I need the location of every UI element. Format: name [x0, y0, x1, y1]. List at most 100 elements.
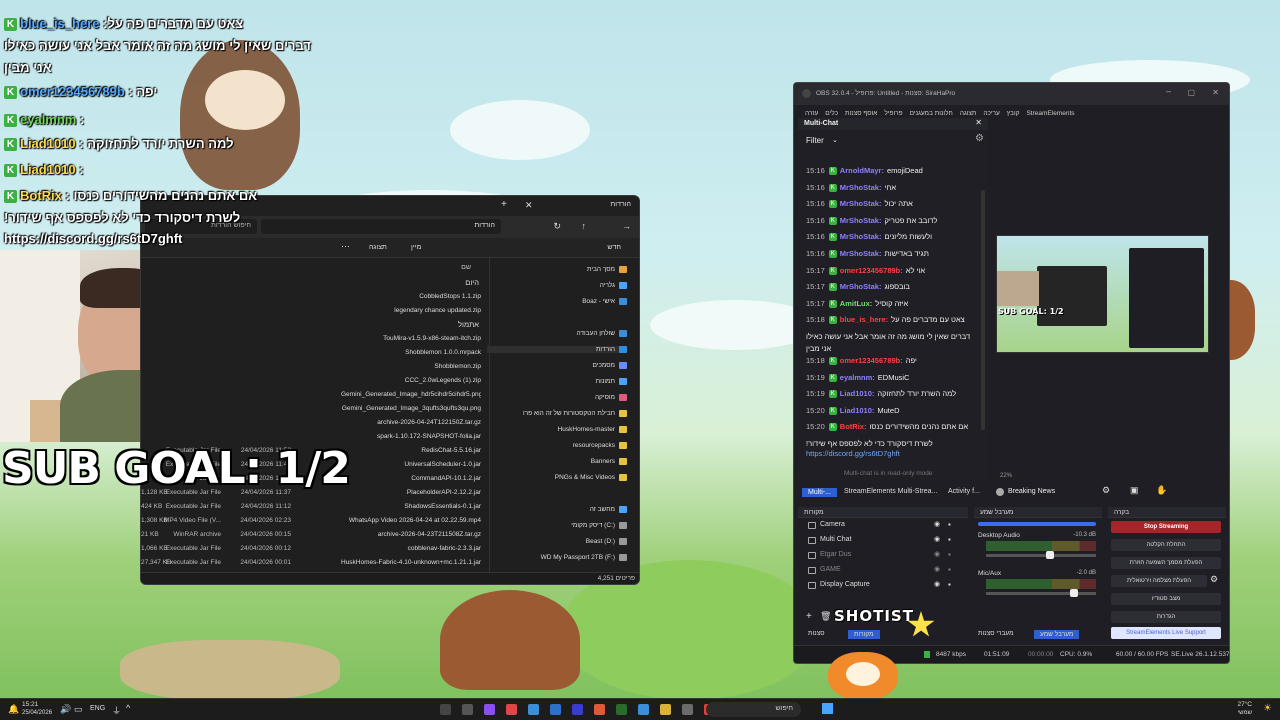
- control-button[interactable]: StreamElements Live Support: [1111, 627, 1221, 639]
- chat-line: K BotRix : אם אתם נהנים מהשידורים כנסו: [4, 188, 258, 204]
- volume-icon[interactable]: 🔊: [60, 704, 71, 715]
- file-size: 21 KB: [141, 531, 159, 538]
- file-row[interactable]: legendary chance updated.zip: [141, 307, 481, 321]
- taskbar-search-label: חיפוש: [775, 705, 793, 712]
- start-button[interactable]: [822, 703, 833, 714]
- file-name: archive-2026-04-23T211508Z.tar.gz: [377, 531, 481, 538]
- file-row[interactable]: archive-2026-04-23T211508Z.tar.gz 24/04/2…: [141, 531, 481, 545]
- taskbar-app-icon[interactable]: [462, 704, 473, 715]
- sun-icon: ☀: [1263, 703, 1272, 714]
- cpu-usage: CPU: 0.9%: [1060, 651, 1093, 658]
- chat-line: Keyalmnm :: [4, 112, 84, 128]
- file-name: spark-1.10.172-SNAPSHOT-folia.jar: [376, 433, 481, 440]
- explorer-statusbar: 4,251 פריטים: [141, 572, 639, 584]
- notifications-icon[interactable]: 🔔: [8, 704, 19, 715]
- file-row[interactable]: Shobblemon.zip: [141, 363, 481, 377]
- taskbar-app-icon[interactable]: [616, 704, 627, 715]
- control-button[interactable]: הפעלת מצלמה וירטואלית: [1111, 575, 1207, 587]
- bitrate: 8487 kbps: [936, 651, 966, 658]
- chevron-up-icon[interactable]: ^: [126, 703, 130, 713]
- sub-goal-overlay: SUB GOAL: 1/2: [2, 443, 351, 494]
- taskbar-search[interactable]: חיפוש: [706, 702, 801, 717]
- chat-text: !לשרת דיסקורד כדי לא לפספס אף שידור: [4, 210, 241, 225]
- chat-line: אני מבין: [4, 60, 52, 75]
- taskbar-app-icon[interactable]: [682, 704, 693, 715]
- cloud: [450, 100, 590, 160]
- file-name: Shobblemon 1.0.0.mrpack: [405, 349, 481, 356]
- file-size: 1,308 KB: [141, 517, 168, 524]
- usb-icon[interactable]: ⏚: [112, 704, 121, 717]
- chat-text: : אם אתם נהנים מהשידורים כנסו: [65, 188, 258, 203]
- file-row[interactable]: WhatsApp Video 2026-04-24 at 02.22.59.mp…: [141, 517, 481, 531]
- chat-username: blue_is_here: [20, 16, 100, 31]
- file-row[interactable]: TouMira-v1.5.9-x86-steam-itch.zip: [141, 335, 481, 349]
- control-button[interactable]: מצב סטודיו: [1111, 593, 1221, 605]
- taskbar-app-icon[interactable]: [506, 704, 517, 715]
- taskbar-app-icon[interactable]: [660, 704, 671, 715]
- language-indicator[interactable]: ENG: [90, 705, 105, 712]
- control-button[interactable]: הגדרות: [1111, 611, 1221, 623]
- file-date: 24/04/2026 11:12: [240, 503, 291, 510]
- file-type: Executable Jar File: [165, 545, 221, 552]
- file-type: Executable Jar File: [165, 503, 221, 510]
- taskbar-app-icon[interactable]: [484, 704, 495, 715]
- chat-line: Kblue_is_here :צאט עם מדברים פה על: [4, 16, 243, 32]
- chat-username: Liad1010: [20, 136, 76, 151]
- file-name: legendary chance updated.zip: [394, 307, 481, 314]
- chat-line: Komer123456789b : יפה: [4, 84, 158, 100]
- taskbar-app-icon[interactable]: [638, 704, 649, 715]
- tiger-face: [846, 662, 880, 686]
- taskbar-app-icon[interactable]: [528, 704, 539, 715]
- control-button[interactable]: התחלת הקלטה: [1111, 539, 1221, 551]
- file-name: HuskHomes-Fabric-4.10-unknown+mc.1.21.1.…: [341, 559, 481, 566]
- fps: 60.00 / 60.00 FPS: [1116, 651, 1169, 658]
- file-size: 424 KB: [141, 503, 163, 510]
- file-name: PlaceholderAPI-2.12.2.jar: [406, 489, 481, 496]
- weather-text[interactable]: שמשי: [1238, 710, 1252, 716]
- chat-text: https://discord.gg/rs6tD7ghft: [4, 231, 183, 246]
- obs-window[interactable]: OBS 32.0.4 - פרופיל: Untitled - סצנות: S…: [793, 82, 1230, 664]
- chat-username: BotRix: [20, 188, 62, 203]
- file-row[interactable]: HuskHomes-Fabric-4.10-unknown+mc.1.21.1.…: [141, 559, 481, 573]
- character-face: [205, 70, 285, 130]
- file-name: Gemini_Generated_Image_3qufts3qufts3qu.p…: [341, 405, 481, 412]
- file-row[interactable]: archive-2026-04-24T122150Z.tar.gz: [141, 419, 481, 433]
- file-type: Executable Jar File: [165, 559, 221, 566]
- tiger-mascot: [828, 652, 898, 700]
- chat-text: אני מבין: [4, 60, 52, 75]
- file-name: CobbledStops 1.1.zip: [419, 293, 481, 300]
- control-button[interactable]: הפעלת מסמך השמעה חוזרת: [1111, 557, 1221, 569]
- file-name: archive-2026-04-24T122150Z.tar.gz: [377, 419, 481, 426]
- file-explorer-window[interactable]: הורדות ✕ + → ↑ ↻ הורדות חיפוש הורדות חדש…: [140, 195, 640, 585]
- file-name: TouMira-v1.5.9-x86-steam-itch.zip: [383, 335, 481, 342]
- file-row[interactable]: CCC_2.0wLegends (1).zip: [141, 377, 481, 391]
- file-size: 1,066 KB: [141, 545, 168, 552]
- taskbar-app-icon[interactable]: [594, 704, 605, 715]
- file-row[interactable]: Gemini_Generated_Image_3qufts3qufts3qu.p…: [141, 405, 481, 419]
- chat-text: : יפה: [128, 84, 158, 99]
- file-name: CommandAPI-10.1.2.jar: [411, 475, 481, 482]
- file-type: MP4 Video File (V...: [163, 517, 221, 524]
- control-button[interactable]: Stop Streaming: [1111, 521, 1221, 533]
- file-size: 27,347 KB: [141, 559, 172, 566]
- taskbar-app-icon[interactable]: [440, 704, 451, 715]
- weather-temp[interactable]: 27°C: [1237, 701, 1252, 708]
- chat-line: K Liad1010 :: [4, 162, 84, 178]
- clock-time[interactable]: 15:21: [22, 701, 38, 708]
- file-row[interactable]: ShadowsEssentials-0.1.jar 24/04/2026 11:1…: [141, 503, 481, 517]
- file-row[interactable]: CobbledStops 1.1.zip: [141, 293, 481, 307]
- file-row[interactable]: Gemini_Generated_Image_hdr5cihdr5cihdr5.…: [141, 391, 481, 405]
- file-name: CCC_2.0wLegends (1).zip: [404, 377, 481, 384]
- chat-line: https://discord.gg/rs6tD7ghft: [4, 231, 182, 246]
- version: SE.Live 26.1.12.537: [1171, 651, 1230, 658]
- chat-username: Liad1010: [20, 162, 76, 177]
- file-row[interactable]: cobblenav-fabric-2.3.3.jar 24/04/2026 00:…: [141, 545, 481, 559]
- taskbar-app-icon[interactable]: [550, 704, 561, 715]
- virtual-camera-settings-icon[interactable]: ⚙: [1210, 574, 1218, 585]
- kick-badge-icon: K: [4, 86, 17, 100]
- taskbar-app-icon[interactable]: [572, 704, 583, 715]
- kick-badge-icon: K: [4, 190, 17, 204]
- file-row[interactable]: Shobblemon 1.0.0.mrpack: [141, 349, 481, 363]
- network-icon[interactable]: ▭: [74, 704, 83, 715]
- clock-date[interactable]: 25/04/2026: [22, 710, 52, 716]
